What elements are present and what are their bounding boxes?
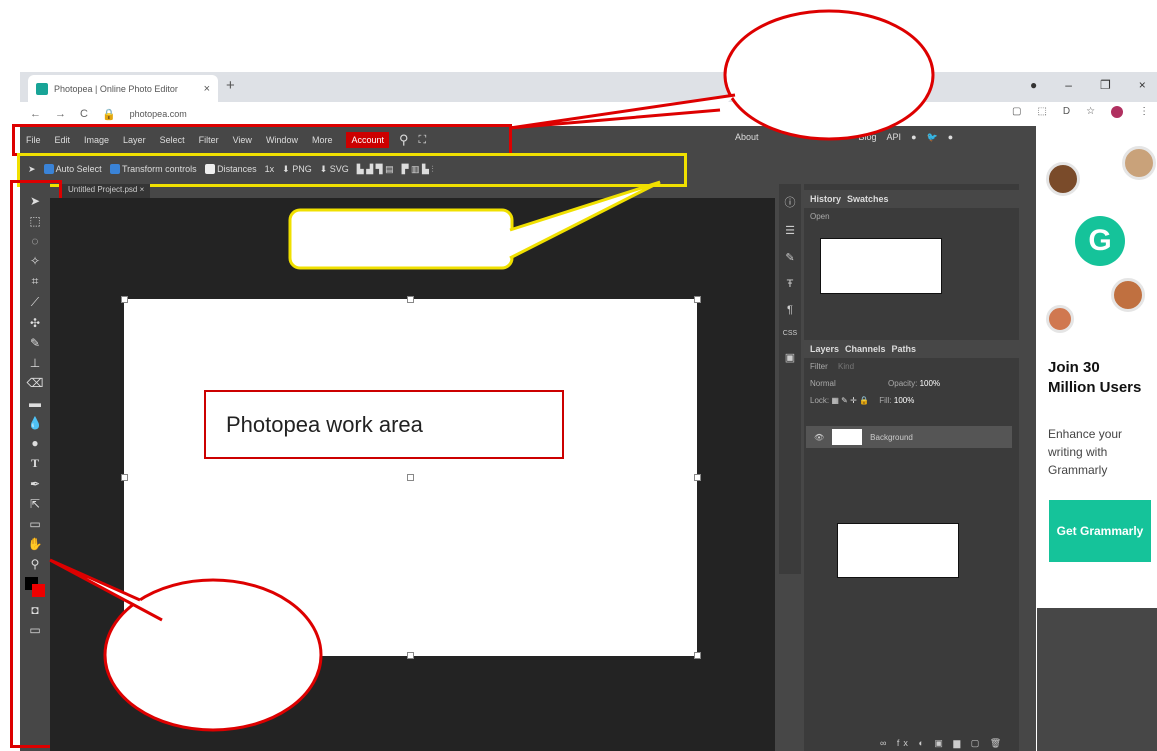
options-callout-tail: [509, 180, 661, 260]
annotation-callouts: [49, 9, 935, 732]
menubar-callout-bubble: [723, 9, 935, 141]
toolbar-callout-tail: [49, 558, 163, 622]
options-callout-bubble: [288, 208, 514, 270]
menubar-callout-tail: [509, 93, 736, 130]
